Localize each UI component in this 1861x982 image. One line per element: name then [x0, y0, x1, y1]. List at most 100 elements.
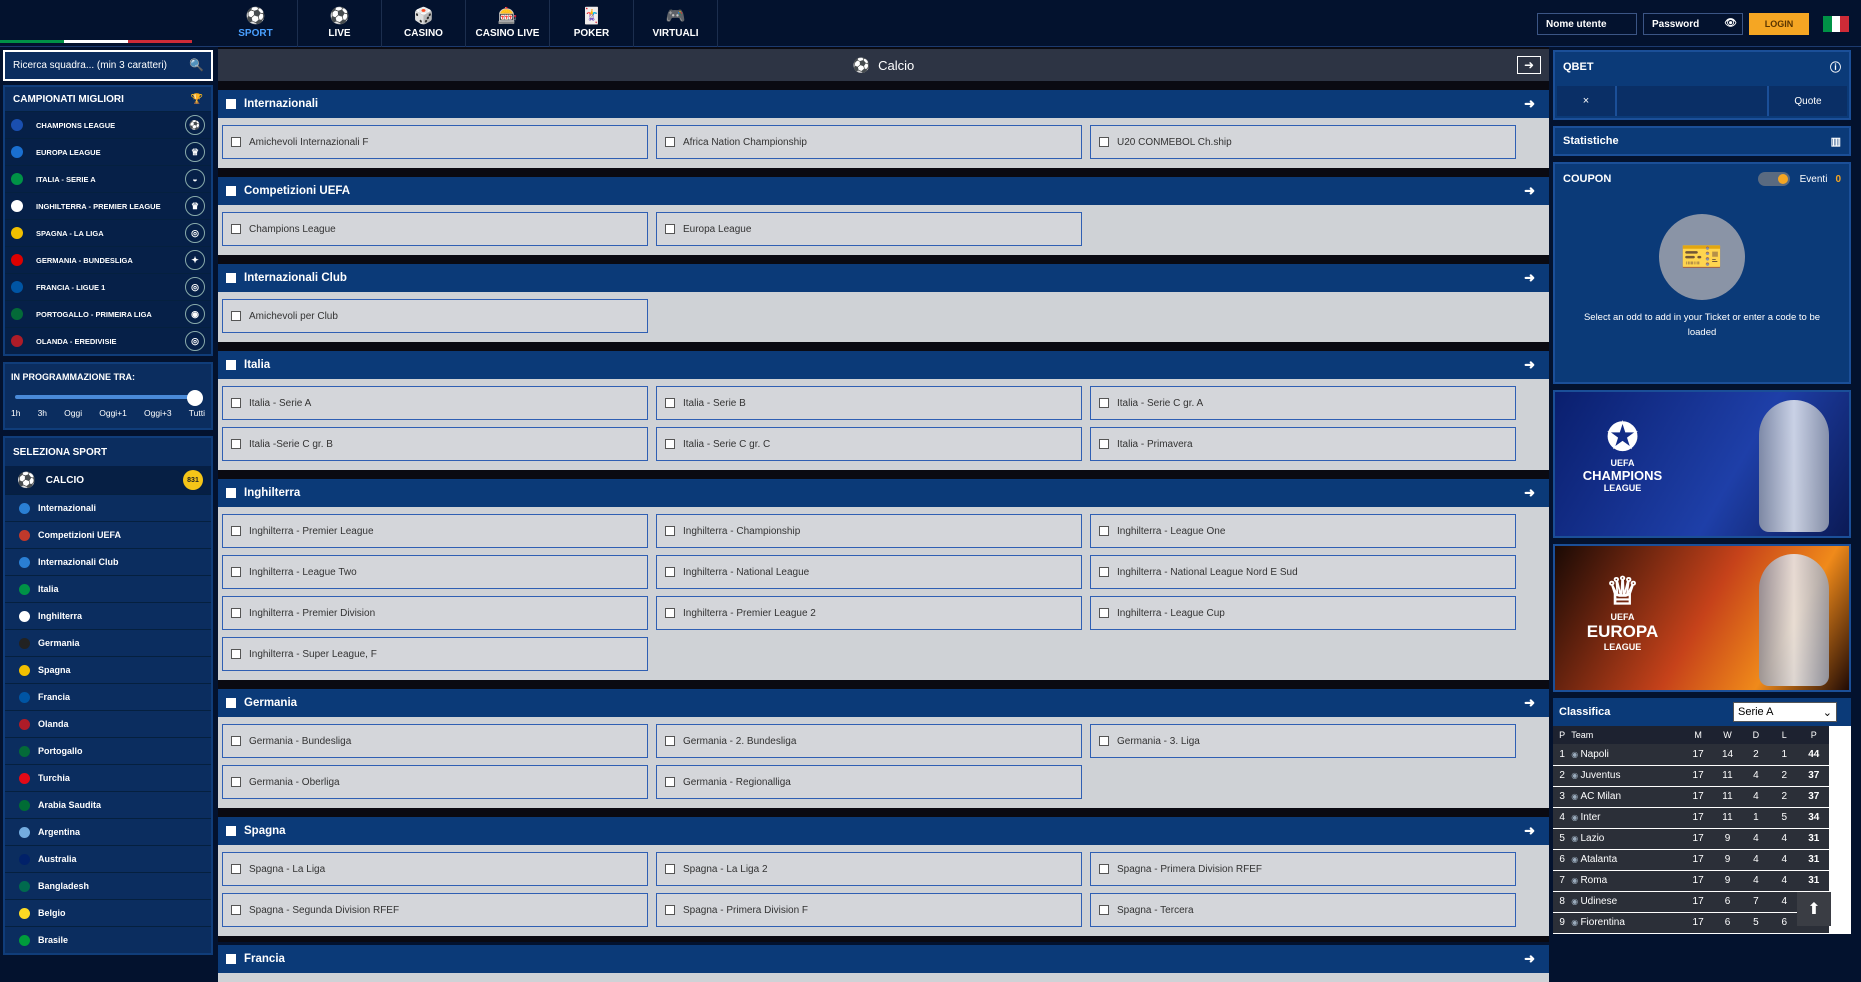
- search-icon[interactable]: 🔍: [189, 58, 204, 72]
- sport-country-item[interactable]: Internazionali: [5, 494, 211, 521]
- group-header[interactable]: Spagna ➜: [218, 817, 1549, 845]
- arrow-right-icon[interactable]: ➜: [1524, 485, 1535, 501]
- league-item[interactable]: Italia -Serie C gr. B: [222, 427, 648, 461]
- eye-icon[interactable]: 👁: [1724, 18, 1737, 29]
- league-checkbox[interactable]: [231, 224, 241, 234]
- league-checkbox[interactable]: [231, 736, 241, 746]
- time-range-slider[interactable]: [11, 390, 205, 406]
- league-checkbox[interactable]: [665, 905, 675, 915]
- league-checkbox[interactable]: [665, 137, 675, 147]
- championship-item[interactable]: ITALIA - SERIE A ◒: [5, 165, 211, 192]
- sport-country-item[interactable]: Argentina: [5, 818, 211, 845]
- standings-row[interactable]: 5 ◉ Lazio 17 9 4 4 31: [1553, 828, 1829, 850]
- league-item[interactable]: Inghilterra - Championship: [656, 514, 1082, 548]
- arrow-right-icon[interactable]: ➜: [1517, 56, 1541, 74]
- league-item[interactable]: Europa League: [656, 212, 1082, 246]
- league-checkbox[interactable]: [665, 864, 675, 874]
- group-header[interactable]: Francia ➜: [218, 945, 1549, 973]
- group-checkbox[interactable]: [226, 826, 236, 836]
- scroll-top-button[interactable]: ⬆: [1797, 892, 1831, 926]
- league-item[interactable]: Inghilterra - National League: [656, 555, 1082, 589]
- league-checkbox[interactable]: [665, 439, 675, 449]
- league-checkbox[interactable]: [1099, 137, 1109, 147]
- group-header[interactable]: Germania ➜: [218, 689, 1549, 717]
- group-checkbox[interactable]: [226, 488, 236, 498]
- league-checkbox[interactable]: [1099, 608, 1109, 618]
- group-checkbox[interactable]: [226, 698, 236, 708]
- league-checkbox[interactable]: [665, 398, 675, 408]
- league-item[interactable]: Germania - Bundesliga: [222, 724, 648, 758]
- standings-row[interactable]: 1 ◉ Napoli 17 14 2 1 44: [1553, 744, 1829, 766]
- arrow-right-icon[interactable]: ➜: [1524, 270, 1535, 286]
- league-item[interactable]: Germania - Regionalliga: [656, 765, 1082, 799]
- league-checkbox[interactable]: [665, 224, 675, 234]
- nav-virtuali[interactable]: 🎮 VIRTUALI: [634, 0, 718, 47]
- championship-item[interactable]: OLANDA - EREDIVISIE ◎: [5, 327, 211, 354]
- league-checkbox[interactable]: [231, 311, 241, 321]
- arrow-right-icon[interactable]: ➜: [1524, 695, 1535, 711]
- league-checkbox[interactable]: [231, 137, 241, 147]
- nav-casino-live[interactable]: 🎰 CASINO LIVE: [466, 0, 550, 47]
- nav-poker[interactable]: 🃏 POKER: [550, 0, 634, 47]
- league-item[interactable]: Inghilterra - League Two: [222, 555, 648, 589]
- group-checkbox[interactable]: [226, 273, 236, 283]
- league-item[interactable]: Inghilterra - League Cup: [1090, 596, 1516, 630]
- group-checkbox[interactable]: [226, 99, 236, 109]
- sport-country-item[interactable]: Australia: [5, 845, 211, 872]
- language-flag-icon[interactable]: [1823, 15, 1850, 32]
- standings-row[interactable]: 6 ◉ Atalanta 17 9 4 4 31: [1553, 849, 1829, 871]
- standings-row[interactable]: 2 ◉ Juventus 17 11 4 2 37: [1553, 765, 1829, 787]
- league-item[interactable]: Inghilterra - Premier League: [222, 514, 648, 548]
- championship-item[interactable]: INGHILTERRA - PREMIER LEAGUE ♛: [5, 192, 211, 219]
- info-icon[interactable]: ⓘ: [1830, 59, 1841, 75]
- league-item[interactable]: Spagna - La Liga 2: [656, 852, 1082, 886]
- league-item[interactable]: Amichevoli per Club: [222, 299, 648, 333]
- league-checkbox[interactable]: [231, 608, 241, 618]
- league-checkbox[interactable]: [231, 864, 241, 874]
- sport-country-item[interactable]: Olanda: [5, 710, 211, 737]
- group-header[interactable]: Internazionali ➜: [218, 90, 1549, 118]
- league-checkbox[interactable]: [1099, 567, 1109, 577]
- league-checkbox[interactable]: [665, 777, 675, 787]
- league-item[interactable]: Germania - Oberliga: [222, 765, 648, 799]
- league-item[interactable]: Italia - Primavera: [1090, 427, 1516, 461]
- sport-country-item[interactable]: Spagna: [5, 656, 211, 683]
- odds-button[interactable]: Quote: [1769, 86, 1847, 116]
- standings-row[interactable]: 4 ◉ Inter 17 11 1 5 34: [1553, 807, 1829, 829]
- team-search-input[interactable]: Ricerca squadra... (min 3 caratteri) 🔍: [3, 50, 213, 81]
- standings-row[interactable]: 3 ◉ AC Milan 17 11 4 2 37: [1553, 786, 1829, 808]
- sport-country-item[interactable]: Francia: [5, 683, 211, 710]
- sport-country-item[interactable]: Turchia: [5, 764, 211, 791]
- league-item[interactable]: Spagna - Tercera: [1090, 893, 1516, 927]
- league-item[interactable]: Inghilterra - Super League, F: [222, 637, 648, 671]
- slider-tick-tutti[interactable]: Tutti: [189, 408, 205, 418]
- championship-item[interactable]: SPAGNA - LA LIGA ◎: [5, 219, 211, 246]
- championship-item[interactable]: EUROPA LEAGUE ♕: [5, 138, 211, 165]
- league-item[interactable]: U20 CONMEBOL Ch.ship: [1090, 125, 1516, 159]
- slider-tick-oggi-plus-1[interactable]: Oggi+1: [99, 408, 127, 418]
- league-item[interactable]: Africa Nation Championship: [656, 125, 1082, 159]
- nav-sport[interactable]: ⚽ SPORT: [214, 0, 298, 47]
- league-item[interactable]: Inghilterra - League One: [1090, 514, 1516, 548]
- league-item[interactable]: Spagna - Segunda Division RFEF: [222, 893, 648, 927]
- clear-button[interactable]: ×: [1557, 86, 1617, 116]
- sport-country-item[interactable]: Bangladesh: [5, 872, 211, 899]
- league-item[interactable]: Spagna - La Liga: [222, 852, 648, 886]
- league-checkbox[interactable]: [1099, 398, 1109, 408]
- group-header[interactable]: Inghilterra ➜: [218, 479, 1549, 507]
- group-checkbox[interactable]: [226, 954, 236, 964]
- sport-country-item[interactable]: Portogallo: [5, 737, 211, 764]
- championship-item[interactable]: GERMANIA - BUNDESLIGA ✦: [5, 246, 211, 273]
- league-checkbox[interactable]: [231, 398, 241, 408]
- group-header[interactable]: Competizioni UEFA ➜: [218, 177, 1549, 205]
- events-toggle[interactable]: [1757, 172, 1790, 186]
- sport-country-item[interactable]: Arabia Saudita: [5, 791, 211, 818]
- slider-tick-oggi[interactable]: Oggi: [64, 408, 82, 418]
- champions-league-banner[interactable]: ✪ UEFA CHAMPIONS LEAGUE: [1553, 390, 1851, 538]
- league-item[interactable]: Germania - 2. Bundesliga: [656, 724, 1082, 758]
- arrow-right-icon[interactable]: ➜: [1524, 951, 1535, 967]
- league-item[interactable]: Inghilterra - Premier Division: [222, 596, 648, 630]
- standings-row[interactable]: 8◉ Udinese1767425: [1553, 891, 1829, 913]
- league-checkbox[interactable]: [665, 567, 675, 577]
- league-item[interactable]: Italia - Serie B: [656, 386, 1082, 420]
